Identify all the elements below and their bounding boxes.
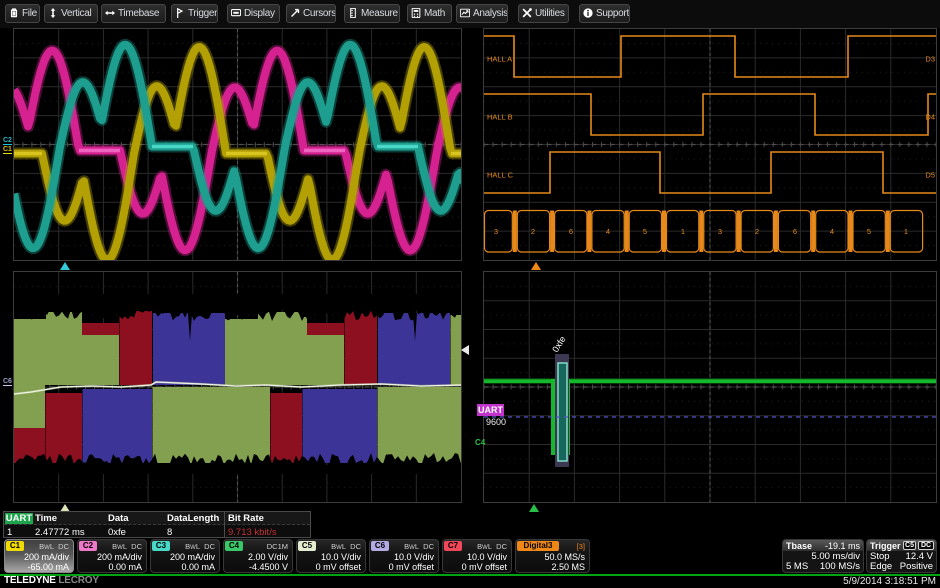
svg-text:4: 4 — [606, 227, 610, 236]
svg-text:HALL B: HALL B — [487, 113, 513, 122]
svg-text:HALL C: HALL C — [487, 171, 514, 180]
svg-text:3: 3 — [494, 227, 498, 236]
svg-text:2: 2 — [531, 227, 535, 236]
svg-text:3: 3 — [718, 227, 722, 236]
svg-text:0xfe: 0xfe — [550, 334, 567, 354]
svg-text:5: 5 — [643, 227, 647, 236]
svg-text:5: 5 — [867, 227, 871, 236]
svg-text:D5: D5 — [925, 171, 935, 180]
svg-text:D4: D4 — [925, 113, 935, 122]
svg-text:2: 2 — [755, 227, 759, 236]
svg-text:1: 1 — [681, 227, 685, 236]
svg-text:4: 4 — [830, 227, 834, 236]
svg-text:D3: D3 — [925, 55, 935, 64]
svg-text:HALL A: HALL A — [487, 55, 512, 64]
svg-text:6: 6 — [569, 227, 573, 236]
svg-text:1: 1 — [904, 227, 908, 236]
svg-text:6: 6 — [793, 227, 797, 236]
